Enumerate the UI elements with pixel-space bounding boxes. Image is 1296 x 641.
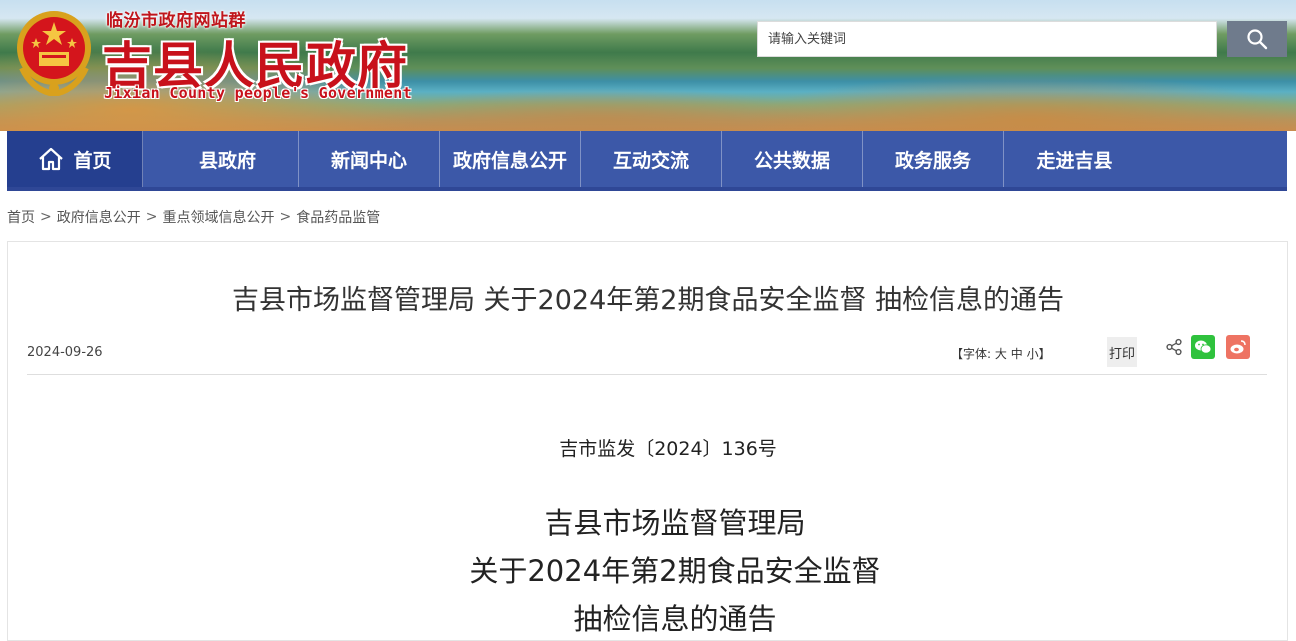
site-group-name[interactable]: 临汾市政府网站群 (106, 6, 246, 31)
nav-item-home[interactable]: 首页 (7, 131, 143, 187)
nav-item-public-data[interactable]: 公共数据 (722, 131, 863, 187)
nav-item-label: 走进吉县 (1036, 149, 1113, 172)
nav-item-label: 互动交流 (612, 149, 689, 172)
document-number: 吉市监发〔2024〕136号 (559, 438, 777, 460)
header-banner: 临汾市政府网站群 吉县人民政府 Jixian County people's G… (0, 0, 1296, 131)
main-nav: 首页 县政府 新闻中心 政府信息公开 互动交流 公共数据 政务服务 走进吉县 (7, 131, 1287, 191)
wechat-icon[interactable] (1191, 335, 1215, 359)
font-size-prefix: 【字体: (951, 347, 992, 361)
breadcrumb-government-information[interactable]: 政府信息公开 (57, 207, 141, 227)
nav-item-label: 政务服务 (894, 149, 971, 172)
print-button[interactable]: 打印 (1107, 337, 1137, 367)
body-title-line-2: 关于2024年第2期食品安全监督 (469, 554, 881, 588)
nav-item-county-government[interactable]: 县政府 (157, 131, 299, 187)
breadcrumb: 首页 > 政府信息公开 > 重点领域信息公开 > 食品药品监管 (7, 207, 380, 227)
breadcrumb-separator: > (145, 209, 158, 225)
breadcrumb-separator: > (279, 209, 292, 225)
search-icon (1247, 29, 1268, 50)
breadcrumb-food-drug-supervision[interactable]: 食品药品监管 (296, 207, 380, 227)
article-title: 吉县市场监督管理局 关于2024年第2期食品安全监督 抽检信息的通告 (231, 285, 1065, 316)
nav-item-label: 首页 (73, 149, 112, 172)
search-button[interactable] (1227, 21, 1287, 57)
weibo-icon[interactable] (1226, 335, 1250, 359)
wechat-glyph (1195, 340, 1212, 354)
nav-item-label: 县政府 (198, 149, 256, 172)
site-title[interactable]: 吉县人民政府 (102, 26, 408, 98)
national-emblem-icon (17, 11, 91, 96)
nav-item-label: 公共数据 (753, 149, 830, 172)
home-icon (39, 147, 64, 171)
article-meta: 2024-09-26 【字体: 大 中 小】 打印 (27, 333, 1267, 375)
font-size-suffix: 】 (1038, 347, 1051, 361)
nav-item-interaction[interactable]: 互动交流 (581, 131, 722, 187)
font-size-small[interactable]: 小 (1027, 347, 1039, 361)
nav-item-government-information[interactable]: 政府信息公开 (440, 131, 581, 187)
font-size-large[interactable]: 大 (995, 347, 1007, 361)
publish-date: 2024-09-26 (27, 345, 103, 360)
site-subtitle: Jixian County people's Government (104, 84, 412, 102)
breadcrumb-home[interactable]: 首页 (7, 207, 35, 227)
nav-item-about-jixian[interactable]: 走进吉县 (1004, 131, 1145, 187)
breadcrumb-key-areas[interactable]: 重点领域信息公开 (162, 207, 274, 227)
nav-item-news-center[interactable]: 新闻中心 (299, 131, 440, 187)
nav-item-label: 政府信息公开 (452, 149, 567, 172)
search-input[interactable] (757, 21, 1217, 57)
body-title-line-1: 吉县市场监督管理局 (544, 506, 806, 540)
share-icon[interactable] (1165, 338, 1183, 356)
nav-item-label: 新闻中心 (330, 149, 407, 172)
weibo-glyph (1230, 340, 1246, 354)
breadcrumb-separator: > (40, 209, 52, 225)
font-size-medium[interactable]: 中 (1011, 347, 1023, 361)
nav-item-government-services[interactable]: 政务服务 (863, 131, 1004, 187)
font-size-control: 【字体: 大 中 小】 (951, 345, 1051, 362)
